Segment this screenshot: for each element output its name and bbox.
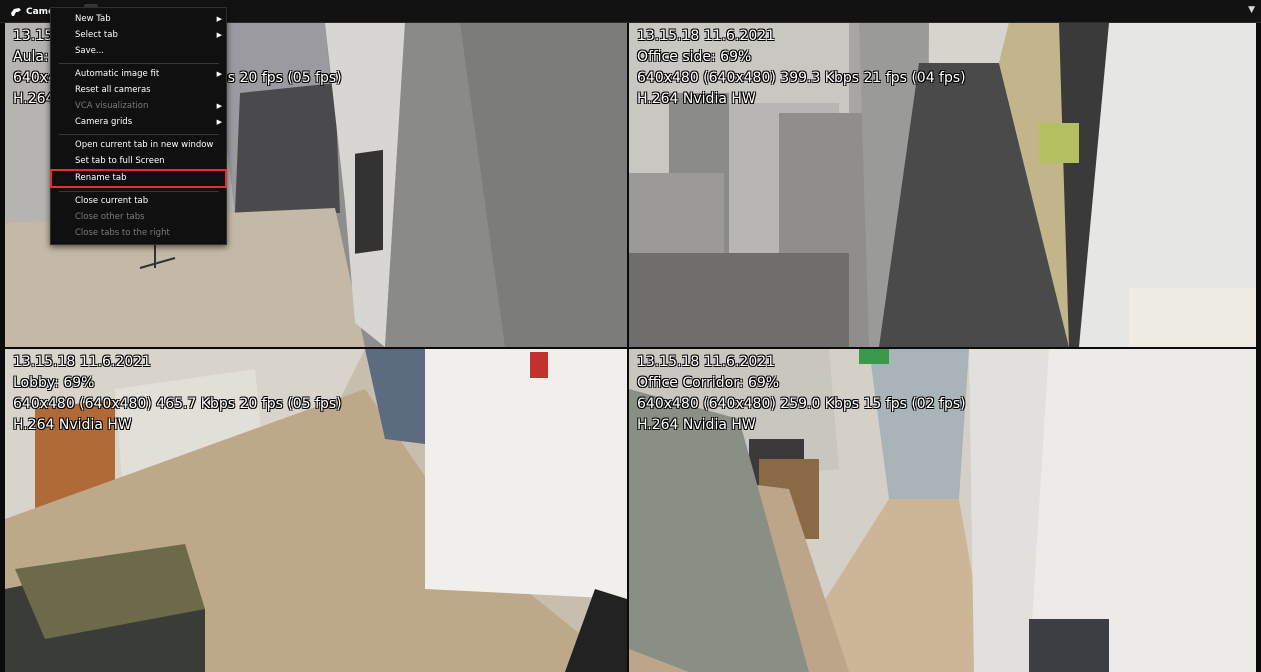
menu-separator (59, 63, 219, 64)
menu-separator (59, 191, 219, 192)
camera-tile-office-side[interactable]: 13.15.18 11.6.2021 Office side: 69% 640x… (629, 23, 1256, 347)
camera-codec: H.264 Nvidia HW (13, 417, 132, 433)
menu-item-rename-tab[interactable]: Rename tab (50, 169, 227, 188)
menu-item-label: Rename tab (75, 173, 127, 183)
camera-stats: 640x480 (640x480) 465.7 Kbps 20 fps (05 … (13, 396, 342, 412)
camera-timestamp: 13.15.18 11.6.2021 (637, 28, 776, 44)
menu-item-close-current-tab[interactable]: Close current tab (51, 194, 226, 209)
menu-item-camera-grids[interactable]: Camera grids ▶ (51, 115, 226, 130)
chevron-right-icon: ▶ (216, 15, 222, 23)
triangle-down-icon[interactable]: ▼ (1248, 5, 1255, 15)
menu-item-label: Set tab to full Screen (75, 156, 165, 166)
chevron-right-icon: ▶ (216, 31, 222, 39)
menu-item-label: New Tab (75, 14, 111, 24)
menu-item-full-screen[interactable]: Set tab to full Screen (51, 154, 226, 169)
camera-tile-lobby[interactable]: 13.15.18 11.6.2021 Lobby: 69% 640x480 (6… (5, 349, 627, 672)
menu-item-label: Reset all cameras (75, 85, 151, 95)
menu-item-label: Close tabs to the right (75, 228, 170, 238)
chevron-right-icon: ▶ (216, 118, 222, 126)
menu-item-label: Automatic image fit (75, 69, 160, 79)
camera-tile-office-corridor[interactable]: 13.15.18 11.6.2021 Office Corridor: 69% … (629, 349, 1256, 672)
menu-item-label: Open current tab in new window (75, 140, 214, 150)
menu-item-label: Select tab (75, 30, 118, 40)
camera-stats: 640x480 (640x480) 399.3 Kbps 21 fps (04 … (637, 70, 966, 86)
menu-item-close-other-tabs: Close other tabs (51, 210, 226, 225)
camera-timestamp: 13.15.18 11.6.2021 (637, 354, 776, 370)
camera-timestamp: 13.15.18 11.6.2021 (13, 354, 152, 370)
menu-item-open-in-new-window[interactable]: Open current tab in new window (51, 138, 226, 153)
menu-item-select-tab[interactable]: Select tab ▶ (51, 28, 226, 43)
camera-overlay: 13.15.18 11.6.2021 Lobby: 69% 640x480 (6… (13, 352, 342, 436)
menu-item-new-tab[interactable]: New Tab ▶ (51, 12, 226, 27)
camera-codec: H.264 Nvidia HW (637, 417, 756, 433)
menu-item-label: Save... (75, 46, 104, 56)
menu-item-vca-visualization: VCA visualization ▶ (51, 99, 226, 114)
camera-name: Office side: 69% (637, 49, 752, 65)
menu-item-label: Close current tab (75, 196, 149, 206)
camera-name: Lobby: 69% (13, 375, 95, 391)
camera-name: Office Corridor: 69% (637, 375, 780, 391)
menu-item-automatic-image-fit[interactable]: Automatic image fit ▶ (51, 67, 226, 82)
camera-overlay: 13.15.18 11.6.2021 Office side: 69% 640x… (637, 26, 966, 110)
menu-item-reset-all-cameras[interactable]: Reset all cameras (51, 83, 226, 98)
camera-icon (11, 8, 21, 16)
camera-stats: 640x480 (640x480) 259.0 Kbps 15 fps (02 … (637, 396, 966, 412)
menu-separator (59, 134, 219, 135)
camera-codec: H.264 Nvidia HW (637, 91, 756, 107)
chevron-right-icon: ▶ (216, 70, 222, 78)
chevron-right-icon: ▶ (216, 102, 222, 110)
menu-item-label: Close other tabs (75, 212, 145, 222)
menu-item-save[interactable]: Save... (51, 44, 226, 59)
camera-overlay: 13.15.18 11.6.2021 Office Corridor: 69% … (637, 352, 966, 436)
menu-item-close-tabs-right: Close tabs to the right (51, 226, 226, 241)
menu-item-label: Camera grids (75, 117, 133, 127)
menu-item-label: VCA visualization (75, 101, 149, 111)
tab-context-menu: New Tab ▶ Select tab ▶ Save... Automatic… (50, 7, 227, 245)
